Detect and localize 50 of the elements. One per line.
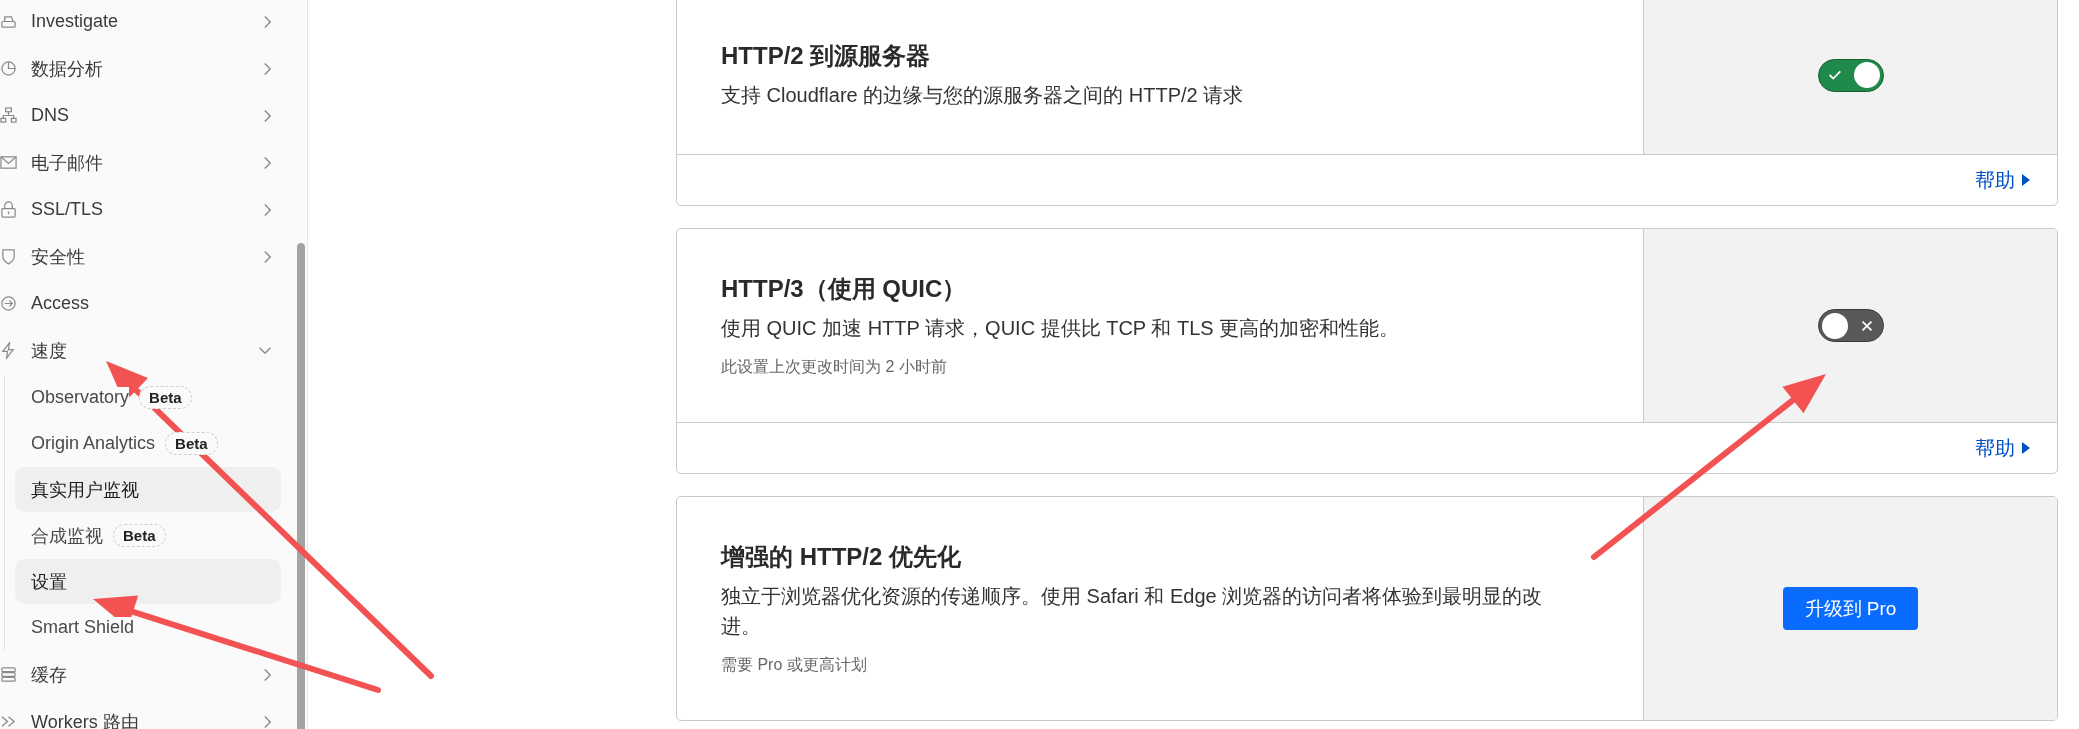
beta-badge: Beta: [139, 386, 192, 409]
toggle-switch[interactable]: [1817, 58, 1884, 92]
sidebar-item[interactable]: 电子邮件: [0, 139, 287, 186]
card-title: 增强的 HTTP/2 优先化: [721, 542, 962, 572]
nav-icon: [0, 295, 17, 312]
chevron-right-icon: [264, 203, 271, 216]
triangle-icon: [2021, 441, 2031, 455]
sidebar-item[interactable]: 速度: [0, 327, 287, 374]
sidebar-subitem[interactable]: 设置: [15, 559, 281, 604]
sidebar-item[interactable]: Access: [0, 280, 287, 327]
card-description: 支持 Cloudflare 的边缘与您的源服务器之间的 HTTP/2 请求: [721, 83, 1245, 108]
card-title: HTTP/3（使用 QUIC）: [721, 274, 968, 304]
chevron-right-icon: [264, 109, 271, 122]
chevron-right-icon: [264, 668, 271, 681]
sidebar-item[interactable]: 缓存: [0, 651, 287, 698]
nav-icon: [0, 107, 17, 124]
nav-icon: [0, 248, 17, 265]
help-link[interactable]: 帮助: [1975, 166, 2031, 194]
sidebar-item[interactable]: Workers 路由: [0, 698, 287, 729]
chevron-right-icon: [264, 715, 271, 728]
sidebar-item[interactable]: Investigate: [0, 0, 287, 45]
card-description: 独立于浏览器优化资源的传递顺序。使用 Safari 和 Edge 浏览器的访问者将体验到最明显的改进。: [721, 584, 1544, 639]
scrollbar-thumb[interactable]: [297, 243, 305, 729]
card-title: HTTP/2 到源服务器: [721, 41, 932, 71]
beta-badge: Beta: [165, 432, 218, 455]
nav-icon: [0, 713, 17, 729]
sidebar-subitem[interactable]: 真实用户监视: [15, 467, 281, 512]
chevron-right-icon: [264, 15, 271, 28]
sidebar-item[interactable]: 数据分析: [0, 45, 287, 92]
beta-badge: Beta: [113, 524, 166, 547]
chevron-right-icon: [264, 250, 271, 263]
sidebar-item[interactable]: 安全性: [0, 233, 287, 280]
upgrade-button[interactable]: 升级到 Pro: [1782, 587, 1919, 630]
nav-icon: [0, 342, 17, 359]
nav-icon: [0, 154, 17, 171]
nav-icon: [0, 201, 17, 218]
nav-icon: [0, 666, 17, 683]
sidebar-item[interactable]: DNS: [0, 92, 287, 139]
card-note: 需要 Pro 或更高计划: [721, 655, 868, 675]
help-link[interactable]: 帮助: [1975, 434, 2031, 462]
nav-icon: [0, 13, 17, 30]
toggle-switch[interactable]: [1817, 309, 1884, 342]
chevron-right-icon: [264, 62, 271, 75]
chevron-right-icon: [264, 156, 271, 169]
triangle-icon: [2021, 173, 2031, 187]
nav-icon: [0, 60, 17, 77]
card-description: 使用 QUIC 加速 HTTP 请求，QUIC 提供比 TCP 和 TLS 更高的加密和性能。: [721, 316, 1401, 341]
card-note: 此设置上次更改时间为 2 小时前: [721, 357, 948, 377]
sidebar-item[interactable]: SSL/TLS: [0, 186, 287, 233]
chevron-down-icon: [259, 347, 271, 354]
